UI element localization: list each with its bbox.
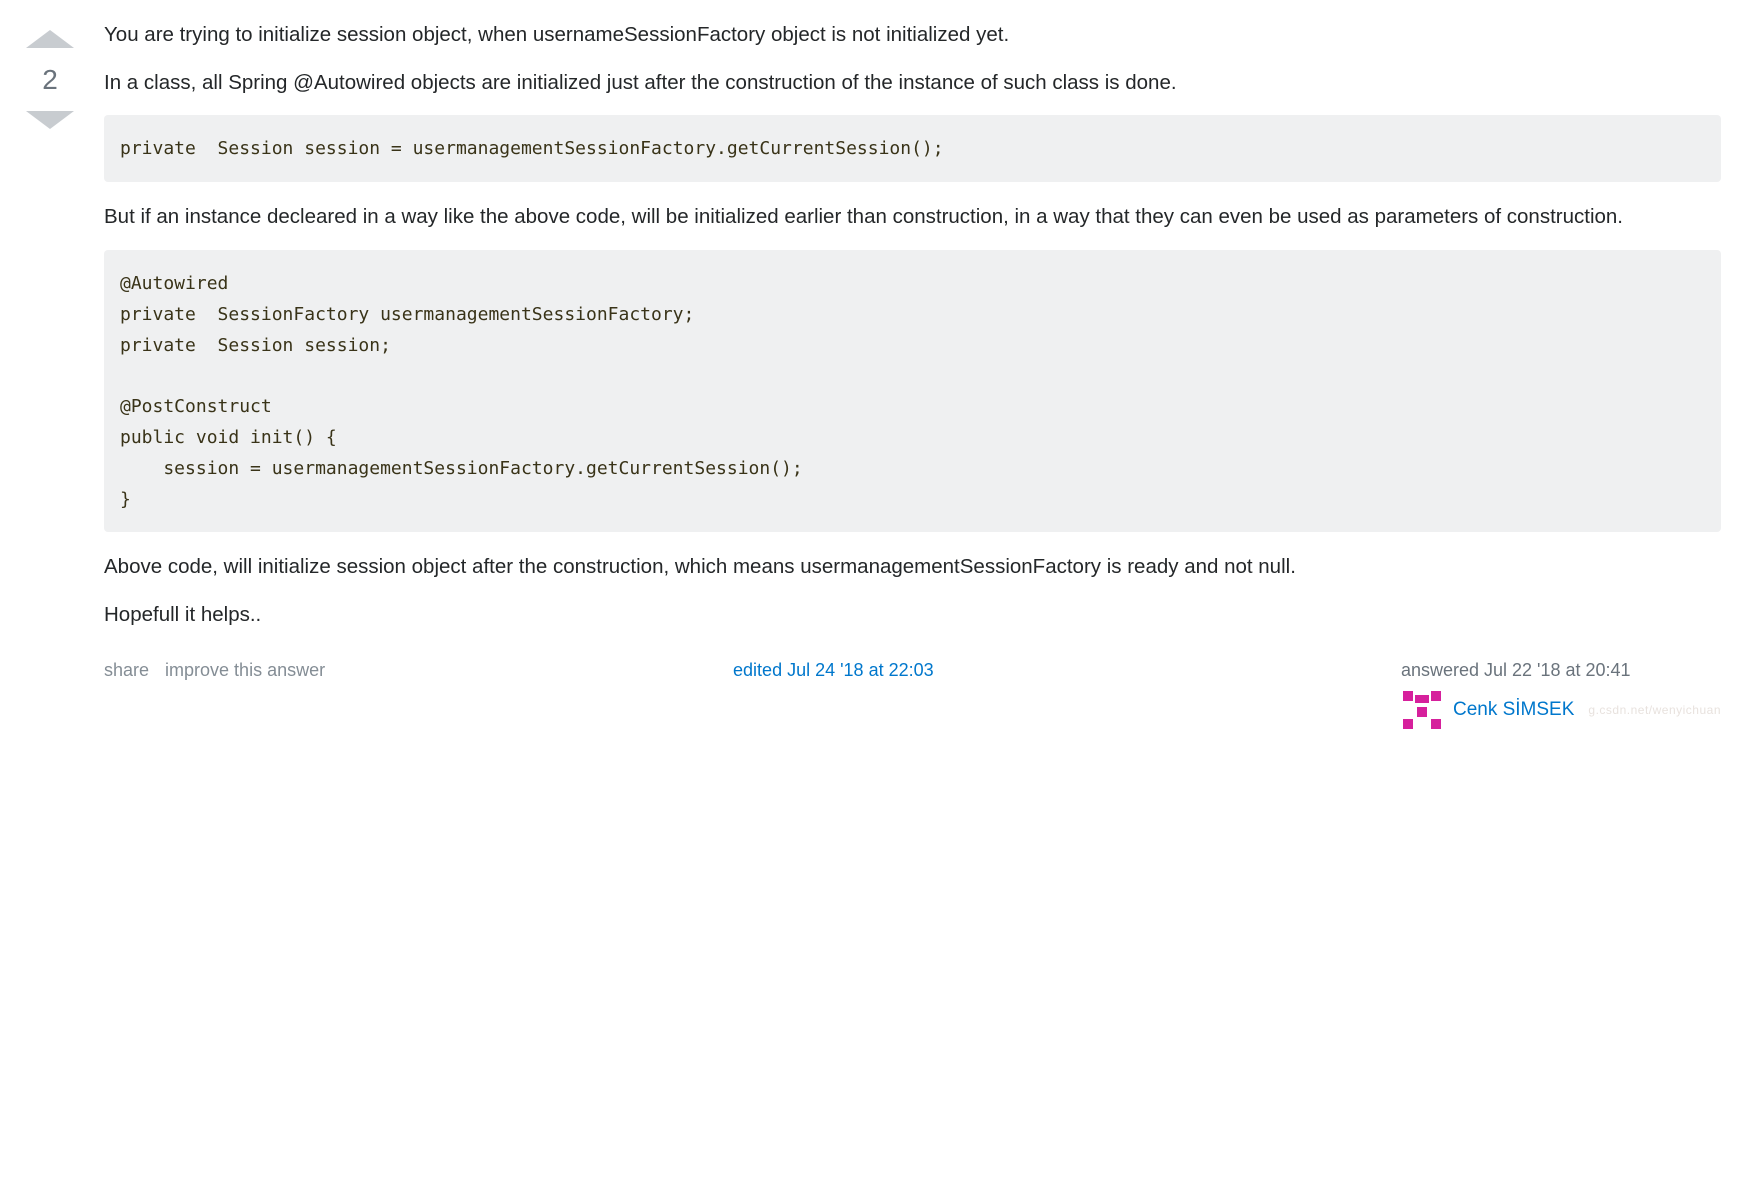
- author-link[interactable]: Cenk SİMSEK: [1453, 697, 1574, 724]
- post-menu: share improve this answer edited Jul 24 …: [104, 658, 1721, 731]
- vote-cell: 2: [20, 20, 80, 731]
- post-text: You are trying to initialize session obj…: [104, 20, 1721, 630]
- paragraph: Above code, will initialize session obje…: [104, 552, 1721, 582]
- answer-post: 2 You are trying to initialize session o…: [20, 20, 1721, 731]
- author-info: answered Jul 22 '18 at 20:41 Cenk SİMSEK…: [1401, 658, 1721, 731]
- upvote-button[interactable]: [26, 30, 74, 48]
- paragraph: Hopefull it helps..: [104, 600, 1721, 630]
- vote-count: 2: [42, 48, 58, 111]
- edited-link[interactable]: edited Jul 24 '18 at 22:03: [733, 658, 993, 683]
- post-body: You are trying to initialize session obj…: [104, 20, 1721, 731]
- watermark: g.csdn.net/wenyichuan: [1588, 702, 1721, 719]
- improve-answer-link[interactable]: improve this answer: [165, 658, 325, 683]
- menu-links: share improve this answer: [104, 658, 325, 683]
- code: private Session session = usermanagement…: [120, 138, 944, 159]
- paragraph: In a class, all Spring @Autowired object…: [104, 68, 1721, 98]
- downvote-button[interactable]: [26, 111, 74, 129]
- code-block: @Autowired private SessionFactory userma…: [104, 250, 1721, 532]
- code-block: private Session session = usermanagement…: [104, 115, 1721, 182]
- paragraph: But if an instance decleared in a way li…: [104, 202, 1721, 232]
- edited-info: edited Jul 24 '18 at 22:03: [733, 658, 993, 683]
- paragraph: You are trying to initialize session obj…: [104, 20, 1721, 50]
- code: @Autowired private SessionFactory userma…: [120, 273, 803, 510]
- answered-time: answered Jul 22 '18 at 20:41: [1401, 658, 1721, 683]
- share-link[interactable]: share: [104, 658, 149, 683]
- avatar[interactable]: [1401, 689, 1443, 731]
- user-row: Cenk SİMSEK g.csdn.net/wenyichuan: [1401, 689, 1721, 731]
